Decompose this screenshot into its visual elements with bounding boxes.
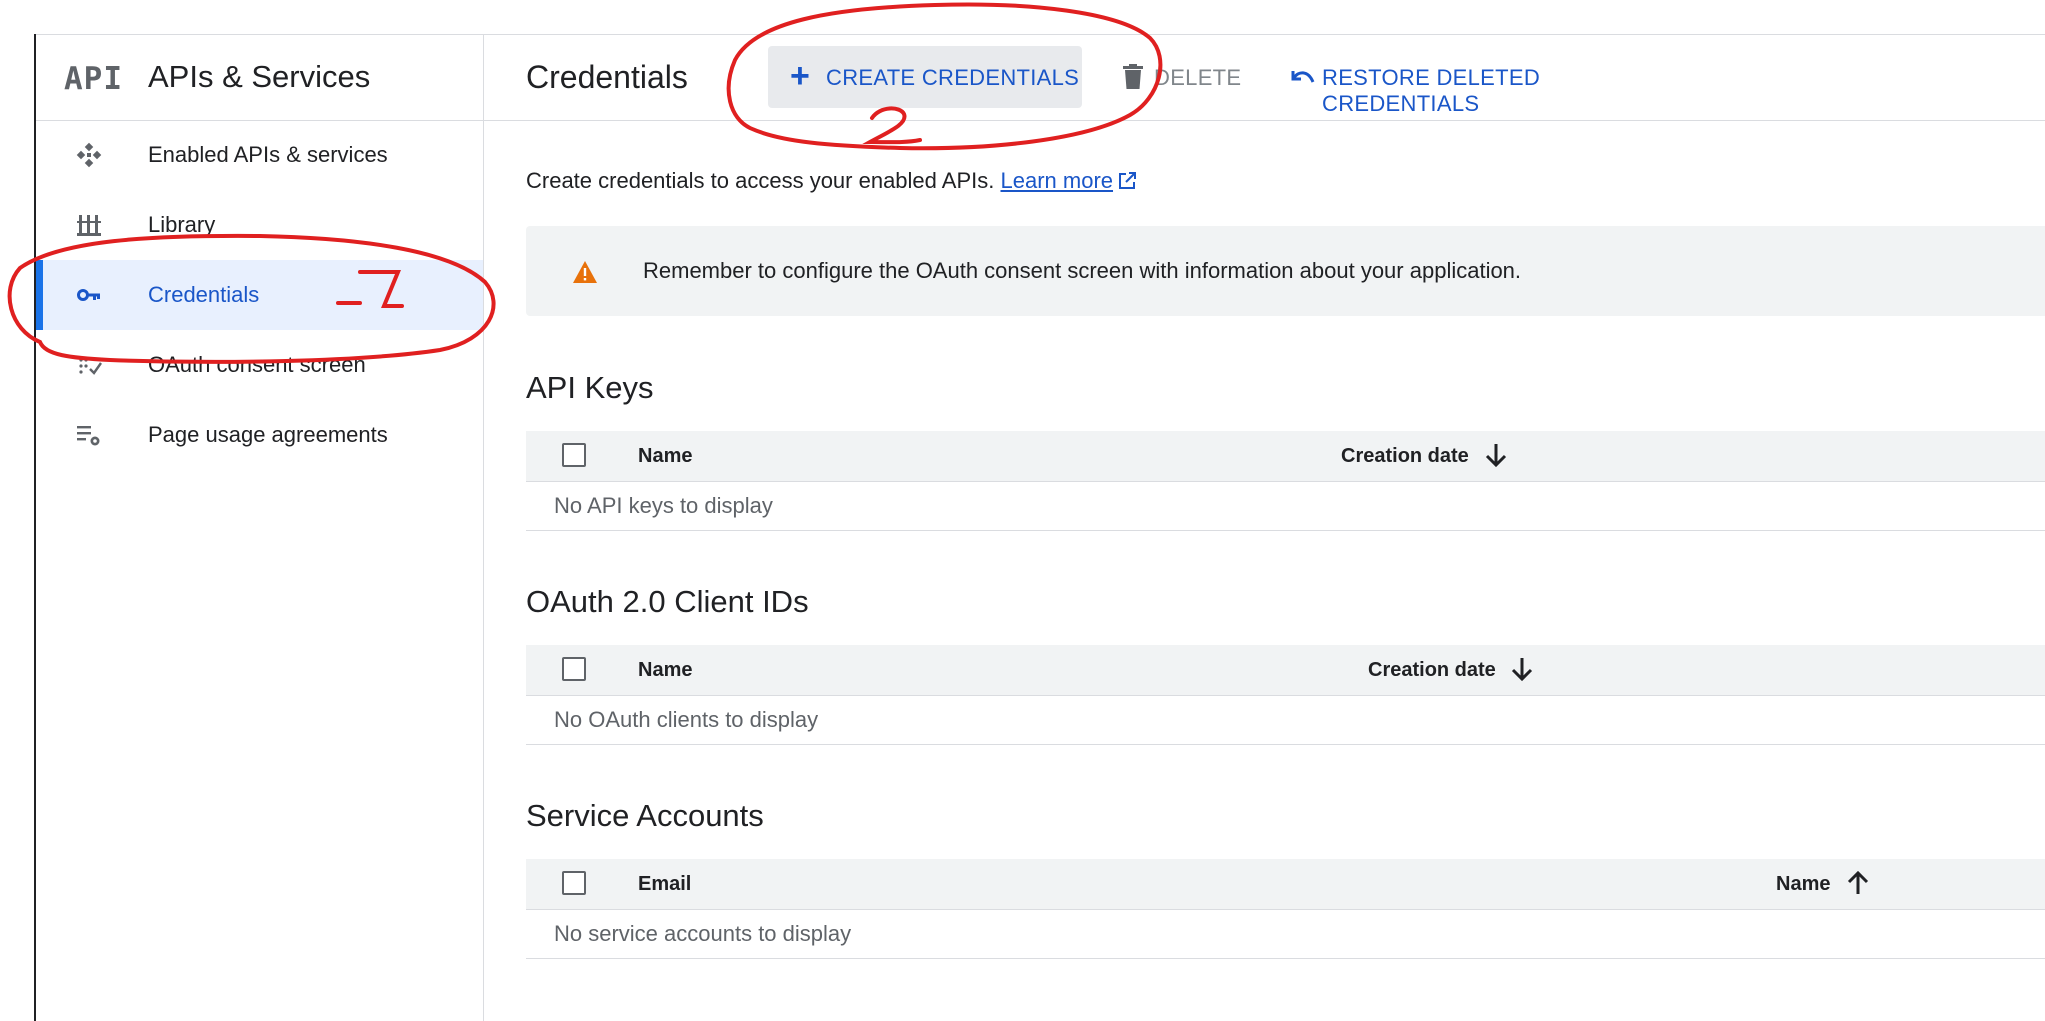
sidebar-item-credentials[interactable]: Credentials <box>36 260 483 330</box>
service-accounts-table: Email Name No service accounts to displa… <box>526 859 2045 959</box>
oauth-consent-icon <box>79 358 102 375</box>
table-empty-row: No OAuth clients to display <box>526 696 2045 745</box>
key-icon <box>77 289 100 301</box>
column-header-name[interactable]: Name <box>1776 873 1830 896</box>
arrow-down-icon[interactable] <box>1484 442 1508 468</box>
intro-text: Create credentials to access your enable… <box>526 168 1137 194</box>
sidebar-item-enabled-apis[interactable]: Enabled APIs & services <box>36 120 483 190</box>
sidebar-item-label: Credentials <box>148 282 260 307</box>
intro-sentence: Create credentials to access your enable… <box>526 168 995 193</box>
table-empty-row: No service accounts to display <box>526 910 2045 959</box>
table-header: Email Name <box>526 859 2045 910</box>
page-header: Credentials + CREATE CREDENTIALS DELETE … <box>484 35 2045 121</box>
column-header-creation-date[interactable]: Creation date <box>1341 445 1469 468</box>
restore-label: RESTORE DELETED CREDENTIALS <box>1322 65 1541 116</box>
table-empty-row: No API keys to display <box>526 482 2045 531</box>
empty-message: No API keys to display <box>554 493 773 518</box>
select-all-checkbox[interactable] <box>562 657 586 681</box>
api-logo-icon: API <box>64 61 123 97</box>
sidebar-item-label: OAuth consent screen <box>148 352 366 377</box>
table-header: Name Creation date <box>526 645 2045 696</box>
sidebar-brand: API APIs & Services <box>36 35 483 121</box>
sidebar-item-oauth-consent[interactable]: OAuth consent screen <box>36 330 483 400</box>
column-header-creation-date[interactable]: Creation date <box>1368 659 1496 682</box>
empty-message: No OAuth clients to display <box>554 707 819 732</box>
table-header: Name Creation date <box>526 431 2045 482</box>
oauth-consent-alert: Remember to configure the OAuth consent … <box>526 226 2045 316</box>
arrow-down-icon[interactable] <box>1510 656 1534 682</box>
delete-label: DELETE <box>1154 65 1242 90</box>
sidebar-item-library[interactable]: Library <box>36 190 483 260</box>
page-title: Credentials <box>526 59 688 95</box>
undo-icon <box>1291 71 1315 83</box>
library-icon <box>77 215 101 236</box>
empty-message: No service accounts to display <box>554 921 852 946</box>
sidebar-item-page-usage[interactable]: Page usage agreements <box>36 400 483 470</box>
service-accounts-title: Service Accounts <box>526 798 764 833</box>
oauth-clients-table: Name Creation date No OAuth clients to d… <box>526 645 2045 745</box>
warning-icon <box>573 261 597 283</box>
column-header-name[interactable]: Name <box>638 445 692 468</box>
sidebar: API APIs & Services Enabled APIs & servi… <box>36 35 484 1021</box>
sidebar-item-label: Page usage agreements <box>148 422 388 447</box>
select-all-checkbox[interactable] <box>562 443 586 467</box>
create-credentials-button[interactable]: + CREATE CREDENTIALS <box>768 46 1082 108</box>
trash-icon <box>1123 64 1143 89</box>
product-title: APIs & Services <box>148 59 371 94</box>
delete-button[interactable]: DELETE <box>1120 46 1242 108</box>
arrow-up-icon[interactable] <box>1846 870 1870 896</box>
settings-list-icon <box>77 426 100 446</box>
learn-more-link[interactable]: Learn more <box>1001 168 1114 193</box>
external-link-icon[interactable] <box>1117 171 1137 191</box>
oauth-clients-title: OAuth 2.0 Client IDs <box>526 584 809 619</box>
restore-deleted-credentials-button[interactable]: RESTORE DELETED CREDENTIALS <box>1288 46 1688 116</box>
api-keys-table: Name Creation date No API keys to displa… <box>526 431 2045 531</box>
enabled-apis-icon <box>76 142 102 168</box>
create-credentials-label: CREATE CREDENTIALS <box>826 65 1080 90</box>
api-keys-title: API Keys <box>526 370 654 405</box>
plus-icon: + <box>790 57 810 95</box>
column-header-email[interactable]: Email <box>638 873 691 896</box>
column-header-name[interactable]: Name <box>638 659 692 682</box>
sidebar-item-label: Library <box>148 212 216 237</box>
alert-text: Remember to configure the OAuth consent … <box>643 258 1522 283</box>
select-all-checkbox[interactable] <box>562 871 586 895</box>
sidebar-item-label: Enabled APIs & services <box>148 142 388 167</box>
sidebar-nav: Enabled APIs & services Library Credenti… <box>36 120 483 470</box>
